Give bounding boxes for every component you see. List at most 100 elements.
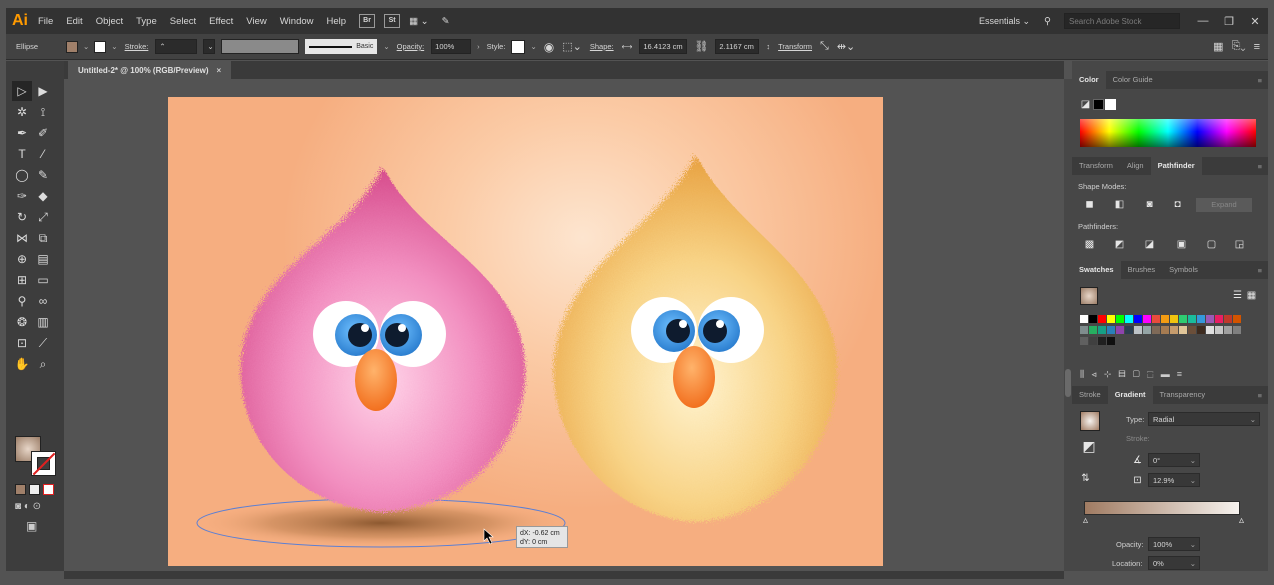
swatch-grid[interactable] xyxy=(1080,315,1248,348)
gradient-tool-icon[interactable]: ▭ xyxy=(33,270,53,290)
panel-menu-icon[interactable]: ≡ xyxy=(1258,391,1262,400)
ellipse-tool-icon[interactable]: ◯ xyxy=(12,165,32,185)
swatch-chip[interactable] xyxy=(1143,326,1151,334)
panel-menu-icon[interactable]: ≡ xyxy=(1258,162,1262,171)
minus-back-icon[interactable]: ◲ xyxy=(1234,239,1245,250)
draw-modes-icon[interactable]: ◙ ◐ ⊙ xyxy=(15,501,41,512)
brush-definition[interactable]: Basic xyxy=(305,39,378,54)
menu-effect[interactable]: Effect xyxy=(209,16,233,27)
gpu-performance-icon[interactable]: ✎ xyxy=(442,16,450,27)
menu-help[interactable]: Help xyxy=(327,16,347,27)
panel-menu-icon[interactable]: ≡ xyxy=(1258,266,1262,275)
fill-stroke-widget[interactable] xyxy=(15,436,61,480)
width-field[interactable]: 16.4123 cm xyxy=(639,39,688,54)
document-tab[interactable]: Untitled-2* @ 100% (RGB/Preview) × xyxy=(68,61,232,79)
chevron-down-icon[interactable]: ⌄ xyxy=(111,42,117,51)
swatch-chip[interactable] xyxy=(1080,315,1088,323)
chevron-down-icon[interactable]: ⌄ xyxy=(530,42,536,51)
stroke-weight-dropdown[interactable]: ⌄ xyxy=(203,39,216,54)
swatch-chip[interactable] xyxy=(1170,326,1178,334)
expand-button[interactable]: Expand xyxy=(1196,198,1252,212)
swatch-chip[interactable] xyxy=(1215,315,1223,323)
swatch-chip[interactable] xyxy=(1152,315,1160,323)
vertical-scrollbar[interactable] xyxy=(1064,79,1072,571)
black-color-icon[interactable] xyxy=(1093,99,1104,110)
crop-icon[interactable]: ▣ xyxy=(1176,239,1187,250)
swatch-chip[interactable] xyxy=(1080,326,1088,334)
tab-gradient[interactable]: Gradient xyxy=(1107,386,1153,404)
swatch-chip[interactable] xyxy=(1143,315,1151,323)
swatch-chip[interactable] xyxy=(1197,326,1205,334)
menu-edit[interactable]: Edit xyxy=(66,16,82,27)
gradient-preview-swatch[interactable] xyxy=(1080,411,1100,431)
artboard[interactable]: dX: -0.62 cm dY: 0 cm xyxy=(168,97,883,566)
stroke-swatch[interactable] xyxy=(94,40,107,53)
swatch-chip[interactable] xyxy=(1188,326,1196,334)
swatch-chip[interactable] xyxy=(1197,315,1205,323)
column-graph-tool-icon[interactable]: ▥ xyxy=(33,312,53,332)
close-icon[interactable]: ✕ xyxy=(1242,15,1268,28)
stroke-indicator[interactable] xyxy=(31,451,56,476)
blend-tool-icon[interactable]: ∞ xyxy=(33,291,53,311)
tab-align[interactable]: Align xyxy=(1120,157,1151,175)
white-color-icon[interactable] xyxy=(1105,99,1116,110)
stroke-weight-field[interactable]: ⌃ xyxy=(155,39,198,54)
swatch-chip[interactable] xyxy=(1170,315,1178,323)
swatch-chip[interactable] xyxy=(1224,315,1232,323)
angle-field[interactable]: 0° ⌄ xyxy=(1148,453,1200,467)
panel-toggle-icon[interactable]: ⎘⌄ xyxy=(1232,40,1246,53)
line-tool-icon[interactable]: ⁄ xyxy=(33,144,53,164)
swatch-chip[interactable] xyxy=(1206,315,1214,323)
current-fill-swatch[interactable] xyxy=(1080,287,1098,305)
shaper-tool-icon[interactable]: ✑ xyxy=(12,186,32,206)
transform-label[interactable]: Transform xyxy=(778,42,812,51)
distribute-icon[interactable]: ⇹⌄ xyxy=(837,40,855,53)
stop-location-field[interactable]: 0% ⌄ xyxy=(1148,556,1200,570)
selection-tool-icon[interactable]: ▷ xyxy=(12,81,32,101)
lasso-tool-icon[interactable]: ⟟ xyxy=(33,102,53,122)
hand-tool-icon[interactable]: ✋ xyxy=(12,354,32,374)
swatch-chip[interactable] xyxy=(1188,315,1196,323)
swatch-chip[interactable] xyxy=(1098,326,1106,334)
link-proportions-icon[interactable]: ⛓ xyxy=(694,40,708,53)
tab-brushes[interactable]: Brushes xyxy=(1121,261,1163,279)
fill-swatch[interactable] xyxy=(66,40,78,53)
gradient-stop-right[interactable]: ▵ xyxy=(1236,515,1247,526)
swatch-chip[interactable] xyxy=(1107,315,1115,323)
fill-stroke-mini-icon[interactable]: ◩ xyxy=(1080,439,1098,459)
swatch-chip[interactable] xyxy=(1161,315,1169,323)
chevron-right-icon[interactable]: › xyxy=(477,42,480,51)
menu-file[interactable]: File xyxy=(38,16,53,27)
swatch-chip[interactable] xyxy=(1116,326,1124,334)
mesh-tool-icon[interactable]: ⊞ xyxy=(12,270,32,290)
scale-tool-icon[interactable]: ⤢ xyxy=(33,207,53,227)
width-tool-icon[interactable]: ⋈ xyxy=(12,228,32,248)
graphic-style-swatch[interactable] xyxy=(511,39,526,54)
shape-label[interactable]: Shape: xyxy=(590,42,614,51)
shape-builder-tool-icon[interactable]: ⊕ xyxy=(12,249,32,269)
swatch-chip[interactable] xyxy=(1089,326,1097,334)
gradient-stop-left[interactable]: ▵ xyxy=(1080,515,1091,526)
menu-object[interactable]: Object xyxy=(96,16,123,27)
swatch-chip[interactable] xyxy=(1089,315,1097,323)
reverse-gradient-icon[interactable]: ⇅ xyxy=(1080,473,1091,484)
gradient-type-select[interactable]: Radial ⌄ xyxy=(1148,412,1260,426)
free-transform-tool-icon[interactable]: ⧉ xyxy=(33,228,53,248)
swatch-chip[interactable] xyxy=(1224,326,1232,334)
scrollbar-thumb[interactable] xyxy=(1065,369,1071,397)
intersect-icon[interactable]: ◙ xyxy=(1144,199,1155,210)
list-view-icon[interactable]: ☰ xyxy=(1232,290,1243,301)
workspace-switcher[interactable]: Essentials ⌄ xyxy=(979,16,1030,27)
stop-opacity-field[interactable]: 100% ⌄ xyxy=(1148,537,1200,551)
menu-type[interactable]: Type xyxy=(136,16,157,27)
direct-selection-tool-icon[interactable]: ▶ xyxy=(33,81,53,101)
paintbrush-tool-icon[interactable]: ✎ xyxy=(33,165,53,185)
swatch-chip[interactable] xyxy=(1215,326,1223,334)
swatch-chip[interactable] xyxy=(1080,337,1088,345)
swatch-chip[interactable] xyxy=(1107,326,1115,334)
gradient-slider[interactable] xyxy=(1084,501,1240,515)
tab-swatches[interactable]: Swatches xyxy=(1072,261,1121,279)
tab-stroke[interactable]: Stroke xyxy=(1072,386,1108,404)
swatch-chip[interactable] xyxy=(1089,337,1097,345)
aspect-ratio-field[interactable]: 12.9% ⌄ xyxy=(1148,473,1200,487)
